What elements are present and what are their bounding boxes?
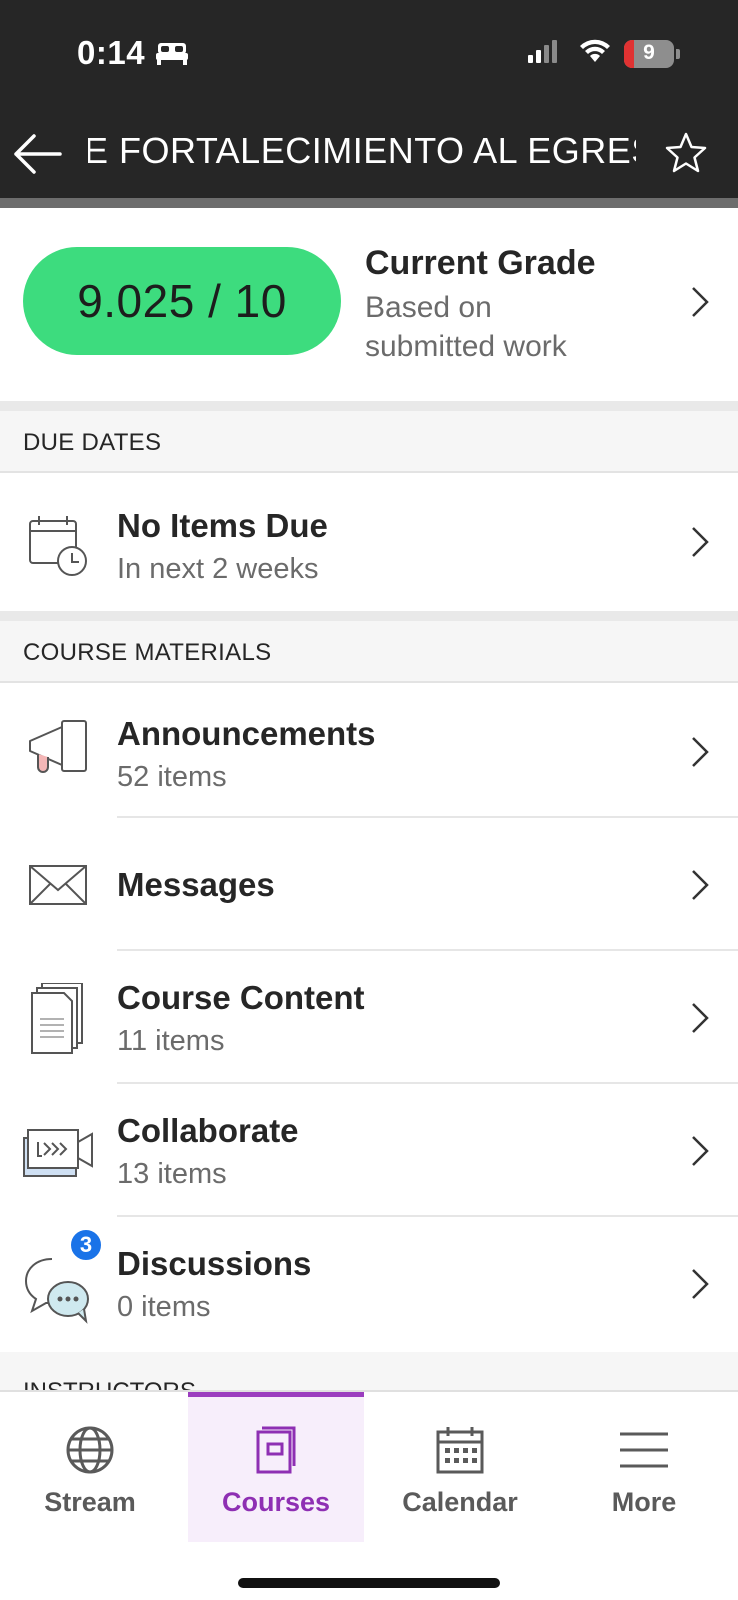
chevron-right-icon xyxy=(692,1136,709,1166)
grade-subtitle: Based on submitted work xyxy=(365,291,567,363)
course-content-row[interactable]: Course Content 11 items xyxy=(0,951,738,1084)
grade-pill: 9.025 / 10 xyxy=(23,247,341,355)
messages-row[interactable]: Messages xyxy=(0,818,738,951)
chevron-right-icon xyxy=(692,870,709,900)
announcements-title: Announcements xyxy=(117,715,376,752)
tab-courses-label: Courses xyxy=(221,1487,331,1517)
messages-title: Messages xyxy=(117,866,275,903)
announcements-count: 52 items xyxy=(117,761,227,793)
nav-divider xyxy=(0,198,738,208)
no-items-due-subtitle: In next 2 weeks xyxy=(117,553,319,585)
no-items-due-title: No Items Due xyxy=(117,507,328,544)
discussions-row[interactable]: 3 Discussions 0 items xyxy=(0,1217,738,1352)
instructors-header: INSTRUCTORS xyxy=(0,1352,738,1392)
home-indicator[interactable] xyxy=(238,1578,500,1588)
course-title: E FORTALECIMIENTO AL EGRESO xyxy=(88,130,636,171)
discussions-title: Discussions xyxy=(117,1245,312,1282)
chevron-right-icon xyxy=(692,737,709,767)
star-icon[interactable] xyxy=(660,128,712,180)
tab-stream[interactable]: Stream xyxy=(2,1392,178,1542)
tab-more[interactable]: More xyxy=(556,1392,732,1542)
battery-level: 9 xyxy=(643,41,655,64)
chevron-right-icon xyxy=(692,527,709,557)
tab-calendar[interactable]: Calendar xyxy=(372,1392,548,1542)
due-dates-header-label: DUE DATES xyxy=(23,429,162,456)
wifi-icon xyxy=(580,39,610,62)
calendar-clock-icon xyxy=(29,516,87,576)
announcements-row[interactable]: Announcements 52 items xyxy=(0,685,738,818)
tab-stream-label: Stream xyxy=(44,1487,136,1517)
video-camera-icon xyxy=(23,1129,93,1177)
cellular-signal-icon xyxy=(528,40,557,63)
grade-title: Current Grade xyxy=(365,244,596,282)
menu-icon xyxy=(620,1432,668,1468)
back-arrow-icon[interactable] xyxy=(12,128,64,180)
megaphone-icon xyxy=(29,720,87,773)
course-content-count: 11 items xyxy=(117,1025,225,1057)
section-gap xyxy=(0,611,738,621)
book-icon xyxy=(256,1426,296,1474)
envelope-icon xyxy=(29,865,87,905)
collaborate-title: Collaborate xyxy=(117,1112,299,1149)
unread-badge: 3 xyxy=(68,1227,104,1263)
chevron-right-icon xyxy=(692,1269,709,1299)
course-nav-bar: E FORTALECIMIENTO AL EGRESO xyxy=(0,110,738,198)
tab-calendar-label: Calendar xyxy=(402,1487,518,1517)
chevron-right-icon xyxy=(692,287,709,317)
no-items-due-row[interactable]: No Items Due In next 2 weeks xyxy=(0,475,738,611)
current-grade-row[interactable]: 9.025 / 10 Current Grade Based on submit… xyxy=(0,208,738,401)
tab-more-label: More xyxy=(611,1487,677,1517)
collaborate-count: 13 items xyxy=(117,1158,227,1190)
battery-icon: 9 xyxy=(624,40,674,68)
chevron-right-icon xyxy=(692,1003,709,1033)
calendar-icon xyxy=(436,1427,484,1474)
document-stack-icon xyxy=(31,983,83,1054)
status-bar: 0:14 9 xyxy=(0,0,738,110)
discussions-count: 0 items xyxy=(117,1291,211,1323)
collaborate-row[interactable]: Collaborate 13 items xyxy=(0,1084,738,1217)
tab-courses[interactable]: Courses xyxy=(188,1392,364,1542)
due-dates-header: DUE DATES xyxy=(0,411,738,473)
battery-tip xyxy=(676,49,680,59)
bottom-tab-bar: Stream Courses Calendar More xyxy=(0,1390,738,1600)
course-materials-header-label: COURSE MATERIALS xyxy=(23,639,272,666)
sleep-mode-icon xyxy=(156,43,188,65)
course-content-title: Course Content xyxy=(117,979,365,1016)
status-time: 0:14 xyxy=(77,34,146,71)
globe-icon xyxy=(66,1426,114,1474)
course-materials-header: COURSE MATERIALS xyxy=(0,621,738,683)
section-gap xyxy=(0,401,738,411)
chat-bubbles-icon xyxy=(24,1258,89,1324)
